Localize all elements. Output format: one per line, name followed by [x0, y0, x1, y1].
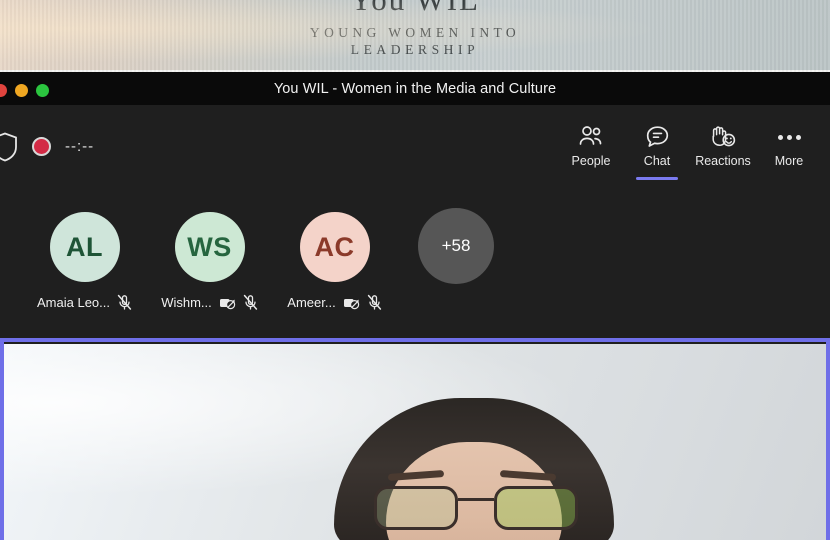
- overflow-count-label: +58: [441, 236, 471, 255]
- avatar-initials: AL: [66, 231, 103, 262]
- window-traffic-lights: [0, 84, 49, 97]
- participant-name: Ameer...: [287, 295, 336, 310]
- lens-right: [494, 486, 578, 530]
- avatar: AL: [49, 212, 120, 282]
- banner-tagline-line1: YOUNG WOMEN INTO: [309, 25, 521, 40]
- mic-muted-icon: [243, 294, 258, 311]
- participant-tile[interactable]: AC Ameer...: [272, 188, 397, 311]
- meeting-toolbar: --:-- People Chat Reactions More: [0, 105, 830, 188]
- participant-tile[interactable]: WS Wishm...: [147, 188, 272, 311]
- camera-off-icon: [219, 295, 236, 310]
- window-title: You WIL - Women in the Media and Culture: [273, 80, 557, 97]
- maximize-window-button[interactable]: [36, 84, 49, 97]
- participant-name: Wishm...: [161, 295, 212, 310]
- desktop-background-banner: You WIL YOUNG WOMEN INTO LEADERSHIP: [0, 0, 830, 72]
- glasses-icon: [374, 486, 578, 532]
- record-dot-icon[interactable]: [32, 137, 51, 156]
- avatar-initials: AC: [314, 231, 355, 262]
- active-tab-indicator: [636, 176, 678, 180]
- avatar: WS: [174, 212, 245, 282]
- participant-name: Amaia Leo...: [37, 295, 110, 310]
- participant-meta: Wishm...: [147, 294, 272, 311]
- camera-off-icon: [343, 295, 360, 310]
- toolbar-label-people: People: [571, 154, 611, 168]
- chat-icon: [645, 125, 670, 149]
- toolbar-button-reactions[interactable]: Reactions: [690, 116, 756, 178]
- banner-tagline-line2: LEADERSHIP: [350, 42, 480, 57]
- mic-muted-icon: [117, 294, 132, 311]
- participant-tile[interactable]: AL Amaia Leo...: [22, 188, 147, 311]
- toolbar-button-people[interactable]: People: [558, 116, 624, 178]
- toolbar-right-group: People Chat Reactions More: [558, 105, 822, 188]
- people-icon: [578, 125, 604, 149]
- close-window-button[interactable]: [0, 84, 7, 97]
- banner-logo-text: You WIL: [0, 0, 830, 18]
- glasses-bridge: [458, 498, 494, 501]
- participant-tiles: AL Amaia Leo... WS Wishm... AC Ameer... …: [22, 188, 515, 311]
- participant-meta: Amaia Leo...: [22, 294, 147, 311]
- active-speaker-person: [334, 398, 614, 540]
- meeting-app-screen: You WIL YOUNG WOMEN INTO LEADERSHIP You …: [0, 0, 830, 540]
- avatar: AC: [299, 212, 370, 282]
- shield-icon[interactable]: [0, 132, 18, 162]
- active-speaker-video[interactable]: [4, 344, 826, 540]
- toolbar-button-more[interactable]: More: [756, 116, 822, 178]
- recording-timer: --:--: [65, 138, 95, 155]
- toolbar-label-reactions: Reactions: [695, 154, 751, 168]
- participant-meta: Ameer...: [272, 294, 397, 311]
- avatar-initials: WS: [187, 231, 232, 262]
- mic-muted-icon: [367, 294, 382, 311]
- more-icon: [777, 125, 801, 149]
- window-title-bar: You WIL - Women in the Media and Culture: [0, 72, 830, 105]
- toolbar-label-chat: Chat: [643, 154, 671, 168]
- participant-filmstrip: AL Amaia Leo... WS Wishm... AC Ameer... …: [0, 188, 830, 528]
- lens-left: [374, 486, 458, 530]
- minimize-window-button[interactable]: [15, 84, 28, 97]
- participants-overflow-tile[interactable]: +58: [397, 188, 515, 284]
- toolbar-left-group: --:--: [0, 105, 94, 188]
- overflow-count-badge: +58: [418, 208, 494, 284]
- toolbar-label-more: More: [774, 154, 804, 168]
- reactions-icon: [709, 125, 737, 149]
- toolbar-button-chat[interactable]: Chat: [624, 116, 690, 180]
